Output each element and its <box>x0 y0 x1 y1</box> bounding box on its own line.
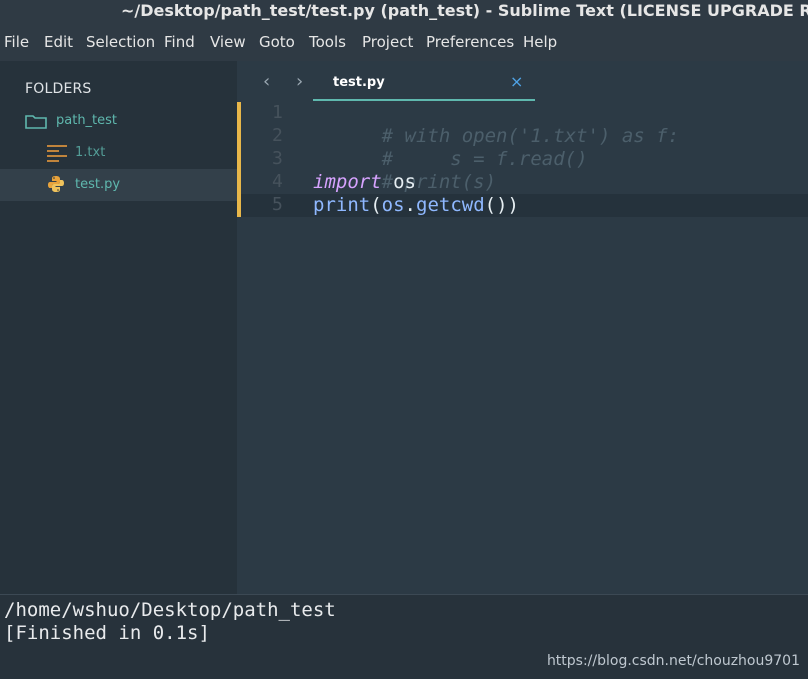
line-number: 5 <box>272 194 283 215</box>
code-line: # with open('1.txt') as f: <box>313 102 679 147</box>
build-output-panel[interactable]: /home/wshuo/Desktop/path_test [Finished … <box>0 594 808 679</box>
output-line: [Finished in 0.1s] <box>4 622 210 644</box>
menu-view[interactable]: View <box>210 33 246 51</box>
sidebar: FOLDERS path_test 1.txt test.py <box>0 61 237 594</box>
menu-goto[interactable]: Goto <box>259 33 295 51</box>
active-tab-indicator <box>313 99 535 101</box>
code-identifier: os <box>381 171 416 193</box>
output-line: /home/wshuo/Desktop/path_test <box>4 599 336 621</box>
code-builtin: print <box>313 194 371 216</box>
code-line: # print(s) <box>313 148 496 193</box>
sidebar-folder-path-test[interactable]: path_test <box>0 105 237 137</box>
code-line: import os <box>313 171 416 194</box>
code-line: print(os.getcwd()) <box>313 194 519 217</box>
tab-label: test.py <box>333 75 385 90</box>
code-keyword: import <box>313 171 382 193</box>
window-title: ~/Desktop/path_test/test.py (path_test) … <box>121 1 808 20</box>
menu-help[interactable]: Help <box>523 33 557 51</box>
close-icon[interactable]: × <box>510 72 523 91</box>
title-bar: ~/Desktop/path_test/test.py (path_test) … <box>0 0 808 22</box>
line-number: 1 <box>272 102 283 123</box>
sidebar-file-label: test.py <box>75 177 121 192</box>
watermark: https://blog.csdn.net/chouzhou9701 <box>546 653 800 669</box>
tab-test-py[interactable]: test.py × <box>313 61 535 101</box>
menu-tools[interactable]: Tools <box>309 33 346 51</box>
menu-preferences[interactable]: Preferences <box>426 33 514 51</box>
code-punct: . <box>404 194 416 216</box>
sidebar-folder-label: path_test <box>56 113 118 128</box>
menu-find[interactable]: Find <box>164 33 195 51</box>
menu-bar: File Edit Selection Find View Goto Tools… <box>0 22 808 61</box>
code-punct: ( <box>370 194 382 216</box>
line-number: 2 <box>272 125 283 146</box>
sidebar-file-1txt[interactable]: 1.txt <box>0 137 237 169</box>
sidebar-file-test-py[interactable]: test.py <box>0 169 237 201</box>
editor-pane[interactable]: ‹ › test.py × 1 2 3 4 5 # with open('1.t… <box>237 61 808 594</box>
code-function: getcwd <box>416 194 485 216</box>
menu-project[interactable]: Project <box>362 33 413 51</box>
text-file-icon <box>47 144 67 166</box>
code-punct: ()) <box>484 194 519 216</box>
line-number: 3 <box>272 148 283 169</box>
chevron-left-icon[interactable]: ‹ <box>263 71 270 92</box>
chevron-right-icon[interactable]: › <box>296 71 303 92</box>
folder-icon <box>25 113 47 133</box>
line-number-gutter: 1 2 3 4 5 <box>237 102 297 217</box>
menu-file[interactable]: File <box>4 33 29 51</box>
code-line: # s = f.read() <box>313 125 588 170</box>
line-number: 4 <box>272 171 283 192</box>
tab-bar: ‹ › test.py × <box>237 61 808 101</box>
code-identifier: os <box>381 194 405 216</box>
sidebar-header: FOLDERS <box>25 81 92 97</box>
menu-edit[interactable]: Edit <box>44 33 73 51</box>
sidebar-file-label: 1.txt <box>75 145 106 160</box>
python-icon <box>47 175 65 197</box>
menu-selection[interactable]: Selection <box>86 33 155 51</box>
code-area[interactable]: # with open('1.txt') as f: # s = f.read(… <box>313 102 679 256</box>
